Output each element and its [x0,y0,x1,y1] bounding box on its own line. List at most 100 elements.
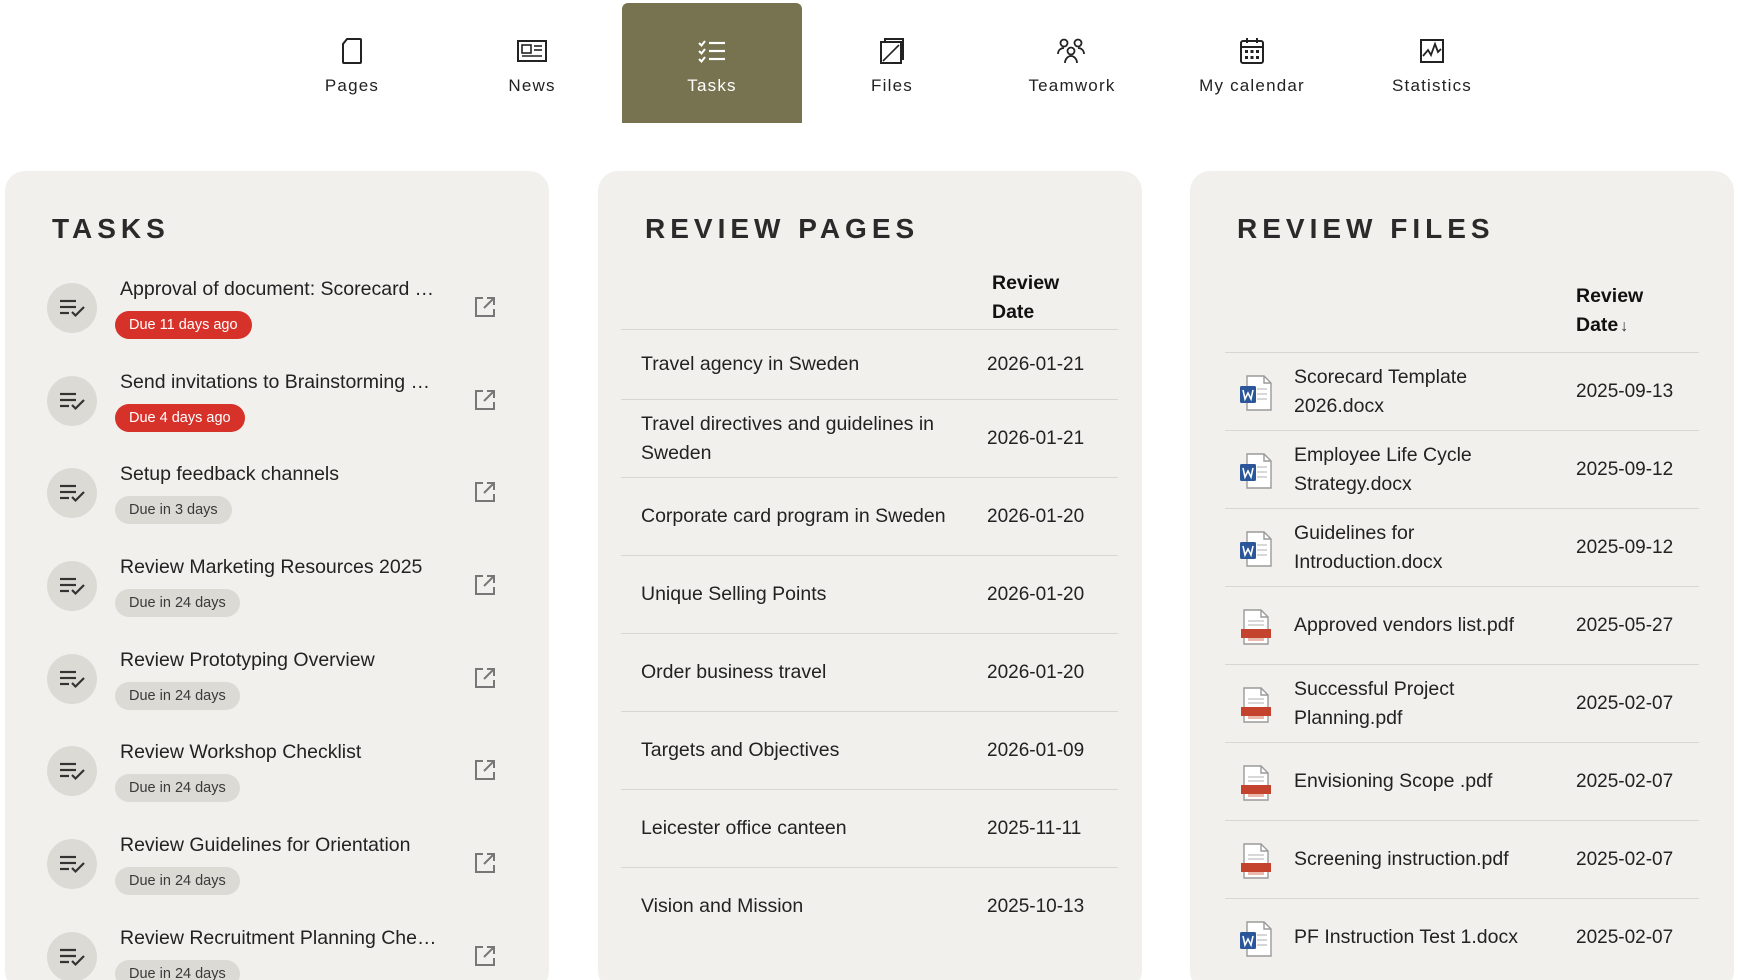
page-name[interactable]: Vision and Mission [641,892,961,921]
table-row[interactable]: Travel agency in Sweden 2026-01-21 [621,329,1118,399]
task-title[interactable]: Approval of document: Scorecard Template… [120,278,440,301]
table-row[interactable]: Approved vendors list.pdf 2025-05-27 [1225,586,1699,664]
review-date: 2026-01-21 [987,427,1085,449]
open-external-icon[interactable] [473,295,499,321]
table-row[interactable]: Unique Selling Points 2026-01-20 [621,555,1118,633]
table-row[interactable]: Envisioning Scope .pdf 2025-02-07 [1225,742,1699,820]
column-header-review-date[interactable]: Review Date ↓ [1576,282,1643,341]
review-date: 2025-02-07 [1576,848,1674,870]
task-list-icon [47,653,97,704]
table-body: Scorecard Template 2026.docx 2025-09-13 Em… [1225,352,1699,976]
tab-label: Tasks [687,76,737,95]
task-title[interactable]: Setup feedback channels [120,463,440,486]
page-name[interactable]: Travel directives and guidelines in Swed… [641,410,961,468]
tab-label: My calendar [1199,76,1305,95]
table-row[interactable]: Vision and Mission 2025-10-13 [621,867,1118,945]
task-item[interactable]: Review Workshop Checklist Due in 24 days [5,727,549,820]
pdf-file-icon [1239,687,1273,723]
tab-files[interactable]: Files [802,3,982,123]
task-list-icon [47,839,97,890]
open-external-icon[interactable] [473,944,499,970]
tab-tasks[interactable]: Tasks [622,3,802,123]
word-file-icon [1239,375,1273,411]
open-external-icon[interactable] [473,573,499,599]
file-name[interactable]: Guidelines for Introduction.docx [1294,519,1544,577]
task-item[interactable]: Review Guidelines for Orientation Due in … [5,820,549,913]
word-file-icon [1239,453,1273,489]
column-header-review-date[interactable]: Review Date [992,269,1059,327]
due-badge: Due in 24 days [115,589,240,618]
review-pages-table: Review Date Travel agency in Sweden 2026-… [621,259,1118,945]
task-item[interactable]: Review Marketing Resources 2025 Due in 24… [5,542,549,635]
file-name[interactable]: Employee Life Cycle Strategy.docx [1294,441,1544,499]
page-name[interactable]: Order business travel [641,658,961,687]
file-name[interactable]: Envisioning Scope .pdf [1294,767,1544,796]
task-title[interactable]: Review Prototyping Overview [120,649,440,672]
table-row[interactable]: Targets and Objectives 2026-01-09 [621,711,1118,789]
task-title[interactable]: Review Marketing Resources 2025 [120,556,440,579]
word-file-icon [1239,921,1273,957]
page-name[interactable]: Corporate card program in Sweden [641,502,961,531]
review-pages-panel: REVIEW PAGES Review Date Travel agency i… [598,171,1142,980]
due-badge: Due in 24 days [115,681,240,710]
page-name[interactable]: Leicester office canteen [641,814,961,843]
open-external-icon[interactable] [473,666,499,692]
task-item[interactable]: Send invitations to Brainstorming Worksh… [5,357,549,450]
page-name[interactable]: Travel agency in Sweden [641,350,961,379]
table-header: Review Date ↓ [1225,282,1699,352]
table-row[interactable]: Successful Project Planning.pdf 2025-02-0… [1225,664,1699,742]
task-list: Approval of document: Scorecard Template… [5,264,549,980]
file-name[interactable]: PF Instruction Test 1.docx [1294,923,1544,952]
tab-my-calendar[interactable]: My calendar [1162,3,1342,123]
tab-label: Teamwork [1028,76,1116,95]
task-title[interactable]: Review Guidelines for Orientation [120,834,440,857]
file-name[interactable]: Screening instruction.pdf [1294,845,1544,874]
due-badge: Due in 3 days [115,496,232,525]
task-item[interactable]: Approval of document: Scorecard Template… [5,264,549,357]
review-date: 2026-01-20 [987,505,1085,527]
due-badge: Due in 24 days [115,867,240,896]
tasks-panel: TASKS Approval of document: Scorecard Te… [5,171,549,980]
file-name[interactable]: Scorecard Template 2026.docx [1294,363,1544,421]
task-list-icon [47,746,97,797]
tab-news[interactable]: News [442,3,622,123]
table-row[interactable]: Employee Life Cycle Strategy.docx 2025-09… [1225,430,1699,508]
open-external-icon[interactable] [473,480,499,506]
task-title[interactable]: Send invitations to Brainstorming Worksh… [120,371,440,394]
review-date: 2025-09-12 [1576,536,1674,558]
column-header-line: Date [992,301,1035,323]
review-date: 2026-01-20 [987,583,1085,605]
open-external-icon[interactable] [473,388,499,414]
tab-label: Statistics [1391,76,1473,95]
calendar-icon [1237,36,1267,66]
file-icon [877,36,907,66]
task-list-icon [47,561,97,612]
table-row[interactable]: Corporate card program in Sweden 2026-01-… [621,477,1118,555]
column-header-line: Review [1576,285,1644,307]
task-item[interactable]: Review Recruitment Planning Checklist Due… [5,913,549,980]
table-row[interactable]: PF Instruction Test 1.docx 2025-02-07 [1225,898,1699,976]
table-row[interactable]: Leicester office canteen 2025-11-11 [621,789,1118,867]
table-row[interactable]: Travel directives and guidelines in Swed… [621,399,1118,477]
task-item[interactable]: Review Prototyping Overview Due in 24 day… [5,635,549,728]
word-file-icon [1239,531,1273,567]
open-external-icon[interactable] [473,851,499,877]
page-name[interactable]: Targets and Objectives [641,736,961,765]
review-date: 2026-01-09 [987,739,1085,761]
file-name[interactable]: Successful Project Planning.pdf [1294,675,1544,733]
file-name[interactable]: Approved vendors list.pdf [1294,611,1544,640]
table-row[interactable]: Order business travel 2026-01-20 [621,633,1118,711]
open-external-icon[interactable] [473,758,499,784]
checklist-icon [697,36,727,66]
tab-teamwork[interactable]: Teamwork [982,3,1162,123]
task-title[interactable]: Review Workshop Checklist [120,741,440,764]
table-row[interactable]: Scorecard Template 2026.docx 2025-09-13 [1225,352,1699,430]
tab-pages[interactable]: Pages [262,3,442,123]
task-title[interactable]: Review Recruitment Planning Checklist [120,927,440,950]
tab-label: Pages [324,76,380,95]
page-name[interactable]: Unique Selling Points [641,580,961,609]
tab-statistics[interactable]: Statistics [1342,3,1522,123]
task-item[interactable]: Setup feedback channels Due in 3 days [5,449,549,542]
table-row[interactable]: Guidelines for Introduction.docx 2025-09-… [1225,508,1699,586]
table-row[interactable]: Screening instruction.pdf 2025-02-07 [1225,820,1699,898]
